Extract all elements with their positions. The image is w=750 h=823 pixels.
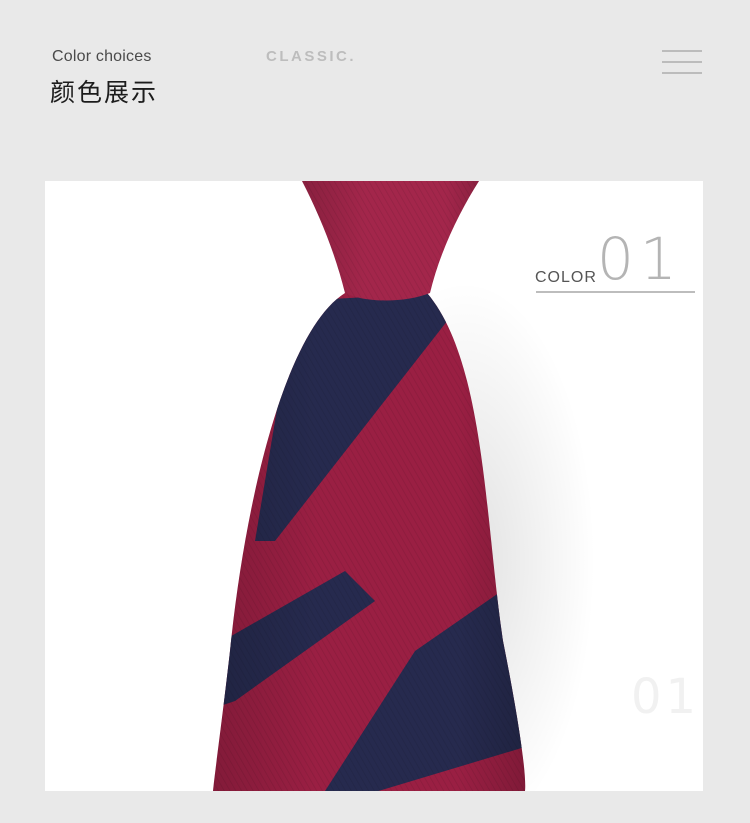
brand-tag: CLASSIC.: [266, 48, 357, 65]
hamburger-menu-icon[interactable]: [662, 50, 702, 74]
color-number: 01: [597, 225, 683, 293]
color-label-underline: [536, 291, 695, 293]
watermark-number: 01: [631, 669, 701, 725]
color-label: COLOR: [535, 269, 597, 286]
section-subtitle-en: Color choices: [52, 48, 152, 65]
product-image-card: 01 01 COLOR: [45, 181, 703, 791]
section-title-cn: 颜色展示: [50, 78, 159, 107]
